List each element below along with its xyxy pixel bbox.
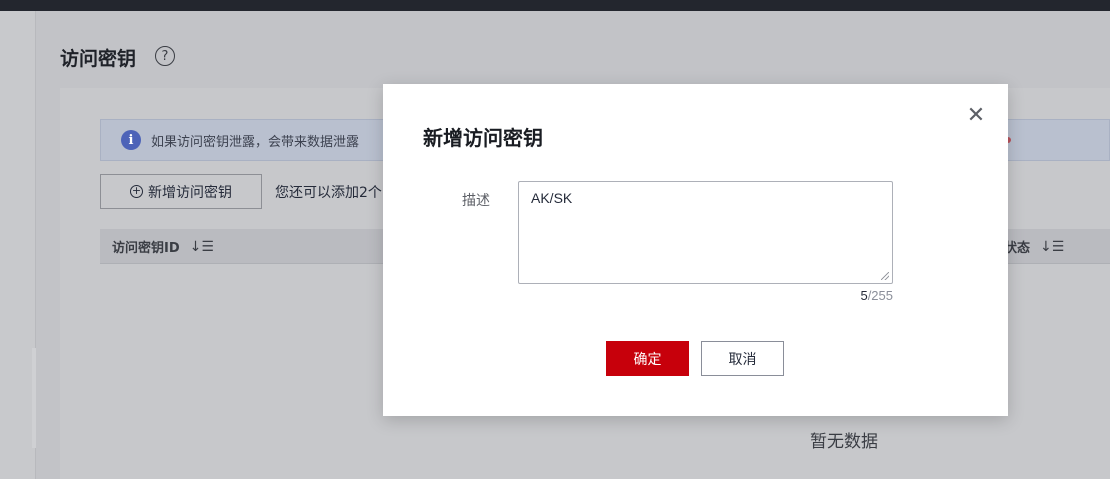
plus-circle-icon: + bbox=[130, 184, 143, 198]
left-sidebar bbox=[0, 11, 36, 479]
cancel-button[interactable]: 取消 bbox=[701, 341, 784, 376]
add-access-key-label: 新增访问密钥 bbox=[148, 184, 232, 201]
column-header-status[interactable]: 状态 ↓☰ bbox=[1004, 237, 1064, 257]
description-value: AK/SK bbox=[531, 190, 573, 206]
question-circle-icon[interactable]: ? bbox=[155, 46, 175, 66]
add-access-key-button[interactable]: + 新增访问密钥 bbox=[100, 174, 262, 209]
notice-text: 如果访问密钥泄露，会带来数据泄露 bbox=[151, 134, 360, 150]
empty-state-text: 暂无数据 bbox=[810, 432, 878, 452]
description-label: 描述 bbox=[462, 193, 490, 209]
description-textarea[interactable]: AK/SK bbox=[518, 181, 893, 284]
page-title: 访问密钥 bbox=[60, 48, 137, 70]
remaining-quota-text: 您还可以添加2个 bbox=[275, 185, 382, 201]
counter-current: 5 bbox=[860, 288, 868, 303]
dialog-title: 新增访问密钥 bbox=[423, 126, 543, 150]
confirm-button[interactable]: 确定 bbox=[606, 341, 689, 376]
column-header-access-key-id[interactable]: 访问密钥ID ↓☰ bbox=[112, 237, 214, 257]
close-icon[interactable]: ✕ bbox=[966, 105, 986, 127]
info-icon: i bbox=[121, 130, 141, 150]
resize-grip-icon[interactable] bbox=[881, 272, 889, 280]
add-access-key-dialog: 新增访问密钥 ✕ 描述 AK/SK 5/255 确定 取消 bbox=[383, 84, 1008, 416]
top-navigation-bar bbox=[0, 0, 1110, 11]
counter-max: /255 bbox=[867, 288, 893, 303]
sort-icon[interactable]: ↓☰ bbox=[1040, 239, 1064, 255]
sort-icon[interactable]: ↓☰ bbox=[190, 239, 214, 255]
character-counter: 5/255 bbox=[860, 288, 893, 303]
